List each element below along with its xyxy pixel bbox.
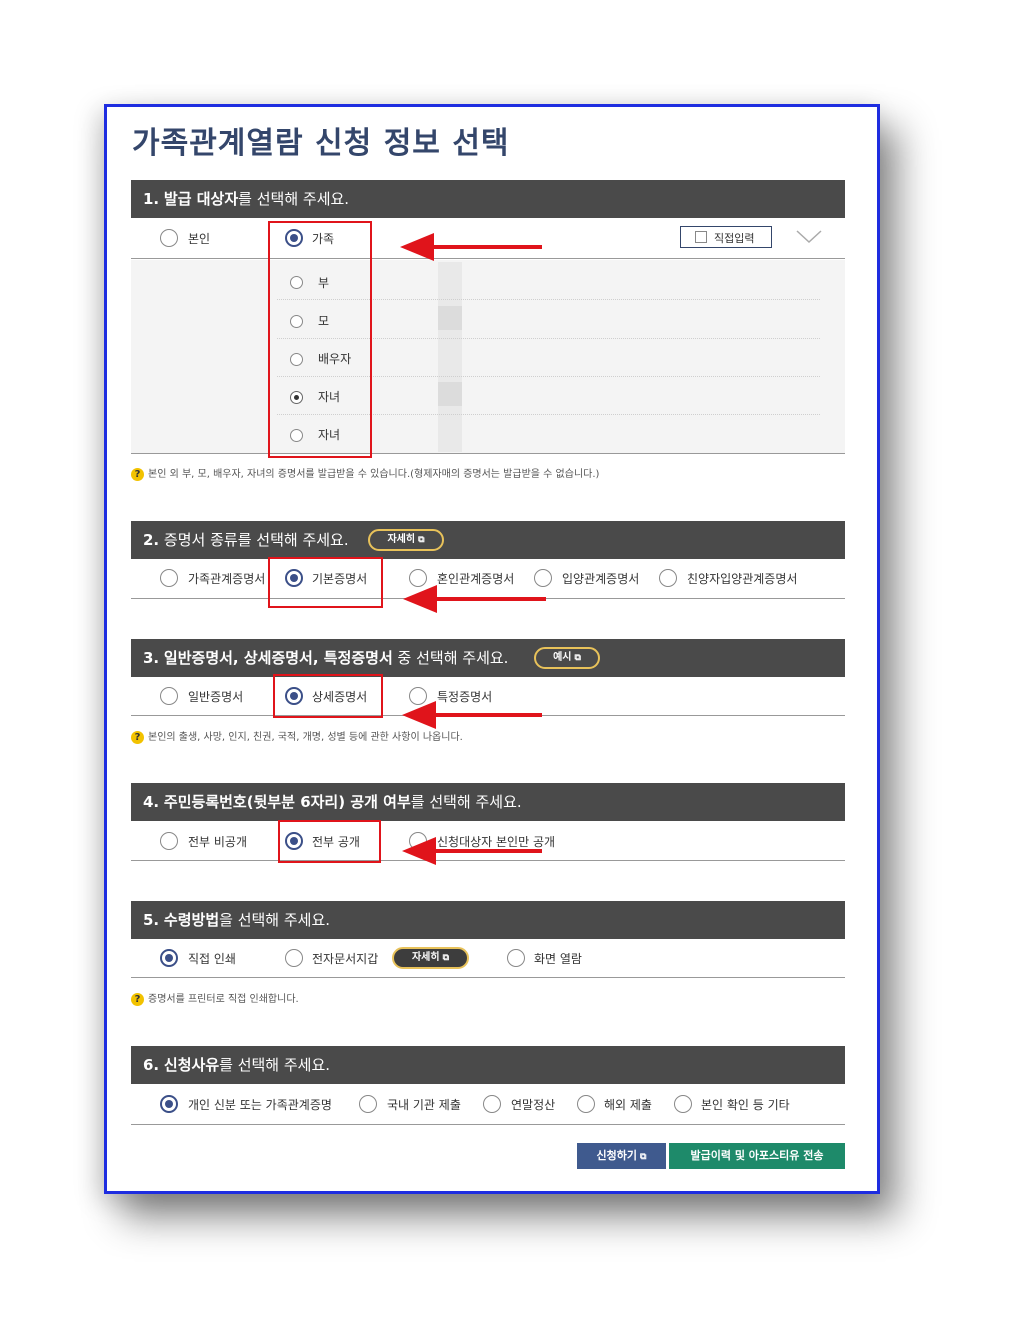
direct-input-label: 직접입력 — [714, 232, 755, 245]
section5-header: 5. 수령방법을 선택해 주세요. — [131, 901, 845, 939]
section1-help-text: 본인 외 부, 모, 배우자, 자녀의 증명서를 발급받을 수 있습니다.(형제… — [148, 469, 600, 480]
blurred-block — [438, 382, 462, 406]
section5-detail-button[interactable]: 자세히 ⧉ — [392, 947, 469, 969]
section2-number: 2. — [143, 531, 160, 549]
radio-rrn-hidden[interactable] — [160, 832, 178, 850]
section3-header: 3. 일반증명서, 상세증명서, 특정증명서 중 선택해 주세요. — [131, 639, 845, 677]
section1-head-rest: 를 선택해 주세요. — [238, 190, 350, 208]
label-cert-general: 일반증명서 — [188, 690, 244, 704]
label-e-wallet: 전자문서지갑 — [312, 952, 379, 966]
help-icon: ? — [131, 467, 144, 481]
section6-head-rest: 를 선택해 주세요. — [219, 1056, 331, 1074]
direct-input-checkbox[interactable] — [695, 231, 707, 243]
label-reason-tax: 연말정산 — [511, 1098, 556, 1112]
section5-head-rest: 을 선택해 주세요. — [219, 911, 331, 929]
external-link-icon: ⧉ — [442, 953, 450, 963]
section2-detail-label: 자세히 — [387, 534, 416, 545]
label-screen-view: 화면 열람 — [534, 952, 582, 966]
red-arrow-2 — [403, 585, 546, 613]
section1-number: 1. — [143, 190, 160, 208]
radio-cert-full-adoption[interactable] — [659, 569, 677, 587]
section1-header: 1. 발급 대상자를 선택해 주세요. — [131, 180, 845, 218]
radio-cert-family[interactable] — [160, 569, 178, 587]
red-arrow-1 — [400, 233, 542, 261]
page-title: 가족관계열람 신청 정보 선택 — [132, 126, 510, 161]
red-arrow-4 — [402, 837, 542, 865]
red-arrow-3 — [402, 701, 542, 729]
radio-reason-overseas[interactable] — [577, 1095, 595, 1113]
section4-number: 4. — [143, 793, 160, 811]
radio-cert-general[interactable] — [160, 687, 178, 705]
section2-head-rest: 를 선택해 주세요. — [237, 531, 349, 549]
radio-print-direct[interactable] — [160, 949, 178, 967]
section5-help-text: 증명서를 프린터로 직접 인쇄합니다. — [148, 994, 299, 1005]
section5-help: ? 증명서를 프린터로 직접 인쇄합니다. — [131, 990, 299, 1006]
section3-help: ? 본인의 출생, 사망, 인지, 친권, 국적, 개명, 성별 등에 관한 사항… — [131, 728, 463, 744]
label-print-direct: 직접 인쇄 — [188, 952, 236, 966]
section5-number: 5. — [143, 911, 160, 929]
radio-reason-identity[interactable] — [160, 1095, 178, 1113]
blurred-block — [438, 306, 462, 330]
section5-row — [131, 939, 845, 978]
label-self: 본인 — [188, 232, 211, 246]
chevron-down-icon[interactable] — [796, 230, 822, 244]
label-cert-full-adoption: 친양자입양관계증명서 — [687, 572, 798, 586]
family-member-panel — [131, 260, 845, 454]
section4-head-rest: 를 선택해 주세요. — [410, 793, 522, 811]
section6-header: 6. 신청사유를 선택해 주세요. — [131, 1046, 845, 1084]
label-reason-identity: 개인 신분 또는 가족관계증명 — [188, 1098, 332, 1112]
highlight-box-basic-cert — [268, 557, 383, 608]
external-link-icon: ⧉ — [574, 653, 581, 663]
radio-reason-other[interactable] — [674, 1095, 692, 1113]
section3-head-bold: 일반증명서, 상세증명서, 특정증명서 — [163, 649, 393, 667]
section3-head-rest: 중 선택해 주세요. — [392, 649, 509, 667]
highlight-box-rrn-public — [278, 820, 381, 863]
section2-detail-button[interactable]: 자세히 ⧉ — [368, 529, 444, 551]
radio-e-wallet[interactable] — [285, 949, 303, 967]
label-reason-other: 본인 확인 등 기타 — [701, 1098, 790, 1112]
section1-head-bold: 발급 대상자 — [163, 190, 239, 208]
section3-example-button[interactable]: 예시 ⧉ — [534, 647, 600, 669]
section2-head-bold: 증명서 종류 — [163, 531, 238, 549]
external-link-icon: ⧉ — [640, 1152, 647, 1162]
external-link-icon: ⧉ — [418, 535, 425, 545]
section6-head-bold: 신청사유 — [163, 1056, 220, 1074]
label-cert-family: 가족관계증명서 — [188, 572, 266, 586]
apply-button[interactable]: 신청하기 ⧉ — [577, 1143, 666, 1169]
direct-input-button[interactable]: 직접입력 — [680, 226, 772, 248]
label-rrn-hidden: 전부 비공개 — [188, 835, 248, 849]
section4-head-bold: 주민등록번호(뒷부분 6자리) 공개 여부 — [163, 793, 411, 811]
send-apostille-button[interactable]: 발급이력 및 아포스티유 전송 — [669, 1143, 845, 1169]
radio-reason-tax[interactable] — [483, 1095, 501, 1113]
highlight-box-detailed-cert — [273, 674, 383, 718]
help-icon: ? — [131, 730, 144, 744]
section5-head-bold: 수령방법 — [163, 911, 220, 929]
section3-help-text: 본인의 출생, 사망, 인지, 친권, 국적, 개명, 성별 등에 관한 사항이… — [148, 732, 463, 743]
highlight-box-family — [268, 221, 372, 458]
blurred-name-column — [438, 262, 462, 452]
section4-header: 4. 주민등록번호(뒷부분 6자리) 공개 여부를 선택해 주세요. — [131, 783, 845, 821]
section3-number: 3. — [143, 649, 160, 667]
apply-button-label: 신청하기 — [596, 1149, 638, 1162]
help-icon: ? — [131, 992, 144, 1006]
section2-header: 2. 증명서 종류를 선택해 주세요. — [131, 521, 845, 559]
label-cert-adoption: 입양관계증명서 — [562, 572, 640, 586]
section1-help: ? 본인 외 부, 모, 배우자, 자녀의 증명서를 발급받을 수 있습니다.(형… — [131, 465, 599, 481]
label-reason-overseas: 해외 제출 — [604, 1098, 652, 1112]
radio-self[interactable] — [160, 229, 178, 247]
radio-reason-domestic[interactable] — [359, 1095, 377, 1113]
radio-screen-view[interactable] — [507, 949, 525, 967]
label-reason-domestic: 국내 기관 제출 — [387, 1098, 461, 1112]
section6-number: 6. — [143, 1056, 160, 1074]
section3-example-label: 예시 — [553, 652, 572, 663]
section5-detail-label: 자세히 — [411, 952, 440, 963]
